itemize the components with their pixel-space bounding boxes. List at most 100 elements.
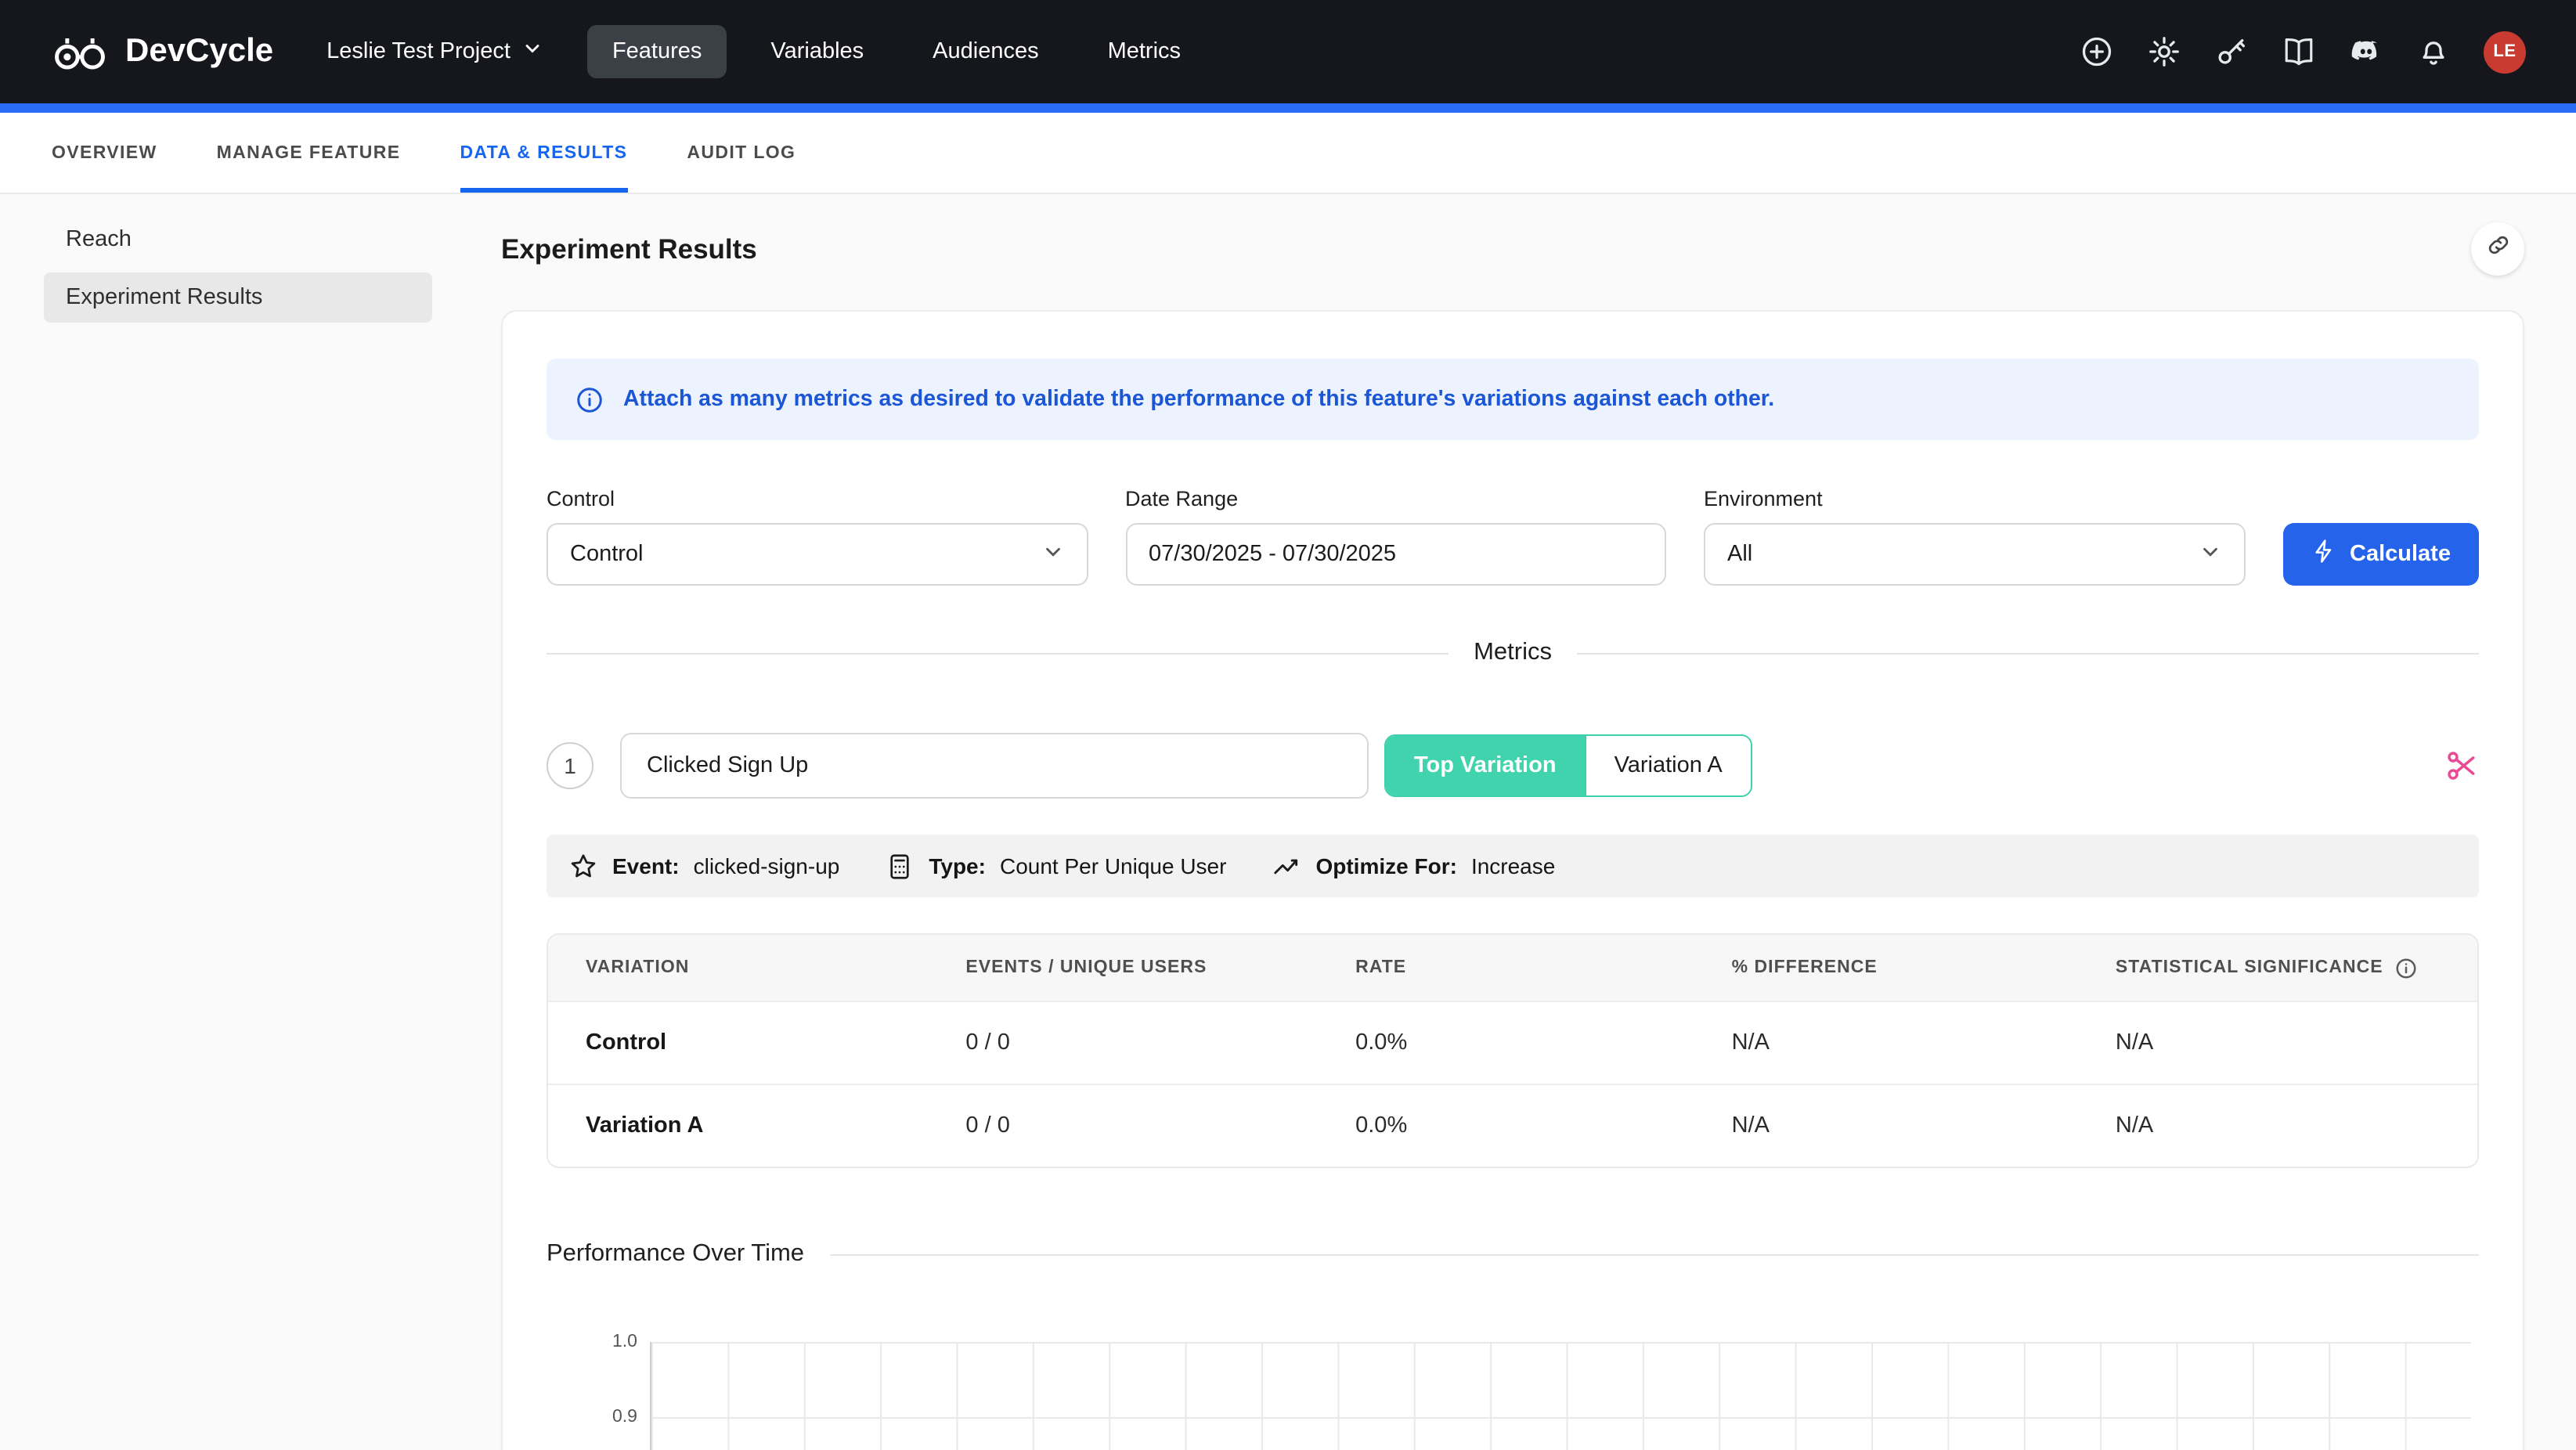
plus-circle-icon[interactable]	[2080, 34, 2114, 69]
bell-icon[interactable]	[2416, 34, 2451, 69]
optimize-for-label: Optimize For:	[1315, 853, 1456, 878]
row-rate: 0.0%	[1318, 1030, 1694, 1055]
header-statistical-significance: STATISTICAL SIGNIFICANCE	[2078, 956, 2477, 979]
project-selector-label: Leslie Test Project	[327, 39, 511, 64]
performance-title: Performance Over Time	[547, 1240, 804, 1268]
chevron-down-icon	[1041, 539, 1064, 569]
nav-item-features[interactable]: Features	[587, 25, 727, 78]
control-select[interactable]: Control	[547, 523, 1088, 586]
type-value: Count Per Unique User	[1000, 853, 1227, 878]
nav-item-metrics[interactable]: Metrics	[1083, 25, 1206, 78]
row-events: 0 / 0	[928, 1030, 1318, 1055]
table-row: Variation A 0 / 0 0.0% N/A N/A	[548, 1084, 2477, 1167]
page-title: Experiment Results	[501, 230, 757, 268]
y-axis-tick: 0.9	[578, 1408, 637, 1427]
header-statistical-significance-label: STATISTICAL SIGNIFICANCE	[2116, 958, 2383, 977]
star-icon	[568, 851, 598, 881]
performance-section-header: Performance Over Time	[547, 1240, 2479, 1268]
top-navbar: DevCycle Leslie Test Project Features Va…	[0, 0, 2576, 103]
metrics-divider: Metrics	[547, 639, 2479, 667]
optimize-for-value: Increase	[1471, 853, 1555, 878]
row-significance: N/A	[2078, 1030, 2477, 1055]
metrics-divider-label: Metrics	[1474, 639, 1552, 667]
calculate-button[interactable]: Calculate	[2282, 523, 2479, 586]
environment-field: Environment All	[1704, 487, 2245, 586]
chevron-down-icon	[2198, 539, 2221, 569]
chevron-down-icon	[521, 38, 543, 66]
project-selector[interactable]: Leslie Test Project	[327, 38, 543, 66]
user-avatar[interactable]: LE	[2484, 31, 2526, 73]
row-difference: N/A	[1694, 1030, 2078, 1055]
sidebar-item-reach[interactable]: Reach	[44, 215, 432, 265]
metric-index-badge: 1	[547, 742, 593, 789]
tab-data-results[interactable]: DATA & RESULTS	[460, 113, 627, 193]
control-label: Control	[547, 487, 1088, 510]
app-window: DevCycle Leslie Test Project Features Va…	[0, 0, 2576, 1450]
discord-icon[interactable]	[2349, 34, 2383, 69]
copy-link-button[interactable]	[2471, 222, 2524, 276]
control-field: Control Control	[547, 487, 1088, 586]
metric-name-input[interactable]	[620, 733, 1369, 799]
row-events: 0 / 0	[928, 1113, 1318, 1138]
table-row: Control 0 / 0 0.0% N/A N/A	[548, 1001, 2477, 1084]
tab-manage-feature[interactable]: MANAGE FEATURE	[217, 113, 401, 193]
variation-toggle: Top Variation Variation A	[1384, 734, 1752, 797]
row-variation: Control	[548, 1030, 928, 1055]
header-rate: RATE	[1318, 958, 1694, 977]
date-range-input[interactable]	[1125, 523, 1666, 586]
chart-plot-area	[650, 1342, 2471, 1450]
divider-line	[1577, 652, 2479, 654]
environment-select[interactable]: All	[1704, 523, 2245, 586]
environment-select-value: All	[1727, 542, 1752, 567]
tab-overview[interactable]: OVERVIEW	[52, 113, 157, 193]
devcycle-logo-icon	[50, 31, 110, 73]
nav-item-audiences[interactable]: Audiences	[907, 25, 1063, 78]
divider-line	[829, 1253, 2479, 1255]
row-significance: N/A	[2078, 1113, 2477, 1138]
results-table: VARIATION EVENTS / UNIQUE USERS RATE % D…	[547, 933, 2479, 1168]
control-select-value: Control	[570, 542, 644, 567]
date-range-field: Date Range	[1125, 487, 1666, 586]
row-variation: Variation A	[548, 1113, 928, 1138]
table-header-row: VARIATION EVENTS / UNIQUE USERS RATE % D…	[548, 935, 2477, 1001]
trending-up-icon	[1272, 851, 1301, 881]
nav-item-variables[interactable]: Variables	[745, 25, 889, 78]
header-difference: % DIFFERENCE	[1694, 958, 2078, 977]
navbar-right: LE	[2080, 31, 2526, 73]
results-sidebar: Reach Experiment Results	[0, 194, 454, 330]
main-nav: Features Variables Audiences Metrics	[587, 25, 1206, 78]
type-label: Type:	[929, 853, 986, 878]
key-icon[interactable]	[2214, 34, 2249, 69]
book-icon[interactable]	[2282, 34, 2316, 69]
info-banner: Attach as many metrics as desired to val…	[547, 359, 2479, 440]
body-row: Reach Experiment Results Experiment Resu…	[0, 194, 2576, 1450]
metric-event-bar: Event: clicked-sign-up Type: Count Per U…	[547, 835, 2479, 897]
y-axis-tick: 1.0	[578, 1333, 637, 1351]
event-value: clicked-sign-up	[694, 853, 840, 878]
scissors-icon[interactable]	[2444, 748, 2479, 783]
brand-accent-bar	[0, 103, 2576, 113]
toggle-top-variation[interactable]: Top Variation	[1386, 736, 1585, 795]
calculate-button-label: Calculate	[2350, 542, 2451, 567]
toggle-variation-a[interactable]: Variation A	[1585, 736, 1751, 795]
devcycle-logo-text: DevCycle	[125, 33, 273, 70]
divider-line	[547, 652, 1449, 654]
date-range-label: Date Range	[1125, 487, 1666, 510]
feature-tabbar: OVERVIEW MANAGE FEATURE DATA & RESULTS A…	[0, 113, 2576, 194]
header-variation: VARIATION	[548, 958, 928, 977]
devcycle-logo[interactable]: DevCycle	[50, 31, 273, 73]
metric-row: 1 Top Variation Variation A	[547, 733, 2479, 799]
info-icon[interactable]	[2394, 956, 2418, 979]
row-rate: 0.0%	[1318, 1113, 1694, 1138]
info-icon	[575, 384, 604, 414]
experiment-results-card: Attach as many metrics as desired to val…	[501, 310, 2524, 1450]
tab-audit-log[interactable]: AUDIT LOG	[687, 113, 796, 193]
gear-icon[interactable]	[2147, 34, 2181, 69]
performance-chart: 1.0 0.9	[547, 1342, 2479, 1450]
main-content: Experiment Results Attach as many metric…	[454, 194, 2576, 1450]
environment-label: Environment	[1704, 487, 2245, 510]
link-icon	[2484, 232, 2511, 266]
row-difference: N/A	[1694, 1113, 2078, 1138]
event-label: Event:	[612, 853, 680, 878]
sidebar-item-experiment-results[interactable]: Experiment Results	[44, 272, 432, 323]
